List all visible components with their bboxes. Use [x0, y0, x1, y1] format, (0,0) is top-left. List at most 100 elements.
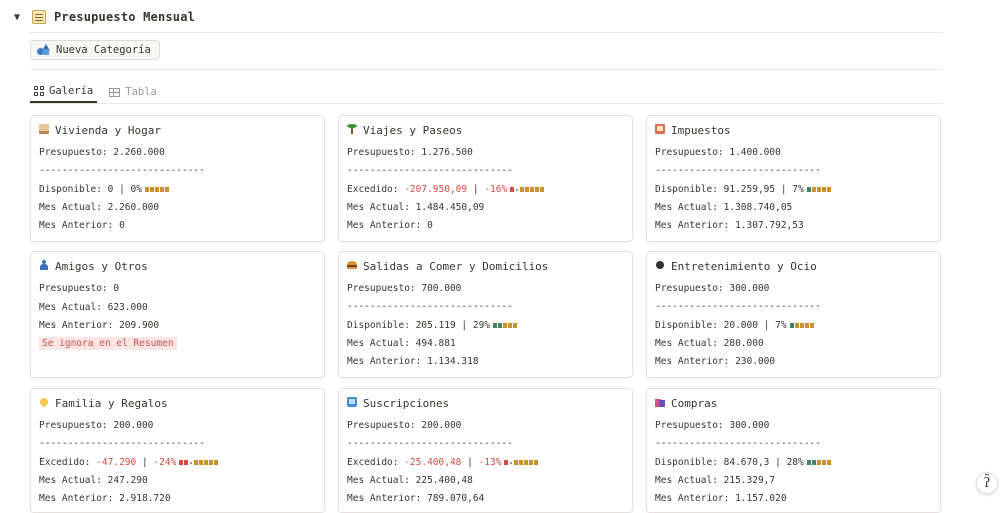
card-title: Viajes y Paseos [347, 124, 462, 137]
ledger-icon [655, 124, 665, 137]
progress-bar [145, 187, 169, 192]
table-icon [109, 87, 121, 97]
separator-line: ----------------------------- [347, 438, 513, 449]
separator-line: ----------------------------- [39, 438, 205, 449]
current-month-line: Mes Actual: 494.881 [347, 338, 456, 349]
budget-line: Presupuesto: 300.000 [655, 283, 770, 294]
status-label: Disponible: [655, 457, 724, 468]
card-title-text: Suscripciones [363, 397, 450, 410]
tab-galeria[interactable]: Galería [30, 81, 98, 103]
tab-tabla[interactable]: Tabla [105, 81, 161, 103]
status-label: Disponible: [347, 320, 416, 331]
page-title: Presupuesto Mensual [54, 10, 196, 24]
status-label: Excedido: [347, 457, 405, 468]
card-title-text: Viajes y Paseos [363, 124, 463, 137]
budget-line: Presupuesto: 1.276.500 [347, 147, 473, 158]
card-title: Suscripciones [347, 397, 449, 410]
status-line: Excedido: -207.950,09 | -16% [347, 184, 545, 195]
card-title: Vivienda y Hogar [39, 124, 161, 137]
status-amount: -47.290 [96, 457, 137, 468]
status-line: Disponible: 20.000 | 7% [655, 320, 814, 331]
card-title: Salidas a Comer y Domicilios [347, 260, 548, 273]
toggle-arrow[interactable]: ▼ [14, 12, 24, 23]
status-amount: 205.119 [415, 320, 456, 331]
status-separator: | [775, 184, 793, 195]
status-percent: -24% [153, 457, 177, 468]
separator-line: ----------------------------- [39, 165, 205, 176]
separator-line: ----------------------------- [347, 301, 513, 312]
status-percent: -16% [484, 184, 508, 195]
current-month-line: Mes Actual: 1.484.450,09 [347, 202, 485, 213]
divider [30, 32, 943, 33]
budget-card[interactable]: Familia y Regalos Presupuesto: 200.000 ---… [30, 388, 325, 513]
status-percent: 7% [792, 184, 804, 195]
divider [30, 103, 943, 104]
status-label: Excedido: [39, 457, 97, 468]
status-separator: | [455, 320, 473, 331]
card-title-text: Impuestos [671, 124, 731, 137]
progress-bar [504, 460, 539, 465]
separator-line: ----------------------------- [655, 165, 821, 176]
previous-month-line: Mes Anterior: 1.134.318 [347, 356, 479, 367]
status-line: Disponible: 84.670,3 | 28% [655, 457, 831, 468]
status-line: Disponible: 91.259,95 | 7% [655, 184, 831, 195]
house-icon [39, 124, 49, 137]
heart-icon [38, 396, 50, 410]
status-line: Disponible: 0 | 0% [39, 184, 169, 195]
status-amount: 20.000 [723, 320, 758, 331]
budget-card[interactable]: Suscripciones Presupuesto: 200.000 -------… [338, 388, 633, 513]
previous-month-line: Mes Anterior: 0 [347, 220, 433, 231]
budget-line: Presupuesto: 200.000 [39, 420, 154, 431]
card-title: Impuestos [655, 124, 731, 137]
card-title-text: Entretenimiento y Ocio [671, 260, 817, 273]
budget-line: Presupuesto: 0 [39, 283, 120, 294]
card-title-text: Salidas a Comer y Domicilios [363, 260, 549, 273]
budget-line: Presupuesto: 1.400.000 [655, 147, 781, 158]
card-title-text: Familia y Regalos [55, 397, 168, 410]
budget-card[interactable]: Amigos y Otros Presupuesto: 0 Mes Actual: … [30, 251, 325, 378]
status-separator: | [757, 320, 776, 331]
shopping-bags-icon [655, 397, 665, 410]
view-tabs: Galería Tabla [30, 81, 161, 103]
previous-month-line: Mes Anterior: 2.918.720 [39, 493, 171, 504]
status-separator: | [113, 184, 131, 195]
card-title: Amigos y Otros [39, 260, 148, 273]
tab-label: Galería [49, 85, 94, 97]
status-separator: | [467, 184, 485, 195]
budget-line: Presupuesto: 700.000 [347, 283, 462, 294]
budget-card[interactable]: Vivienda y Hogar Presupuesto: 2.260.000 --… [30, 115, 325, 242]
budget-card[interactable]: Impuestos Presupuesto: 1.400.000 ---------… [646, 115, 941, 242]
separator-line: ----------------------------- [347, 165, 513, 176]
status-amount: 91.259,95 [723, 184, 776, 195]
status-separator: | [769, 457, 787, 468]
budget-card[interactable]: Entretenimiento y Ocio Presupuesto: 300.0… [646, 251, 941, 378]
current-month-line: Mes Actual: 1.308.740,05 [655, 202, 793, 213]
palm-tree-icon [347, 124, 357, 137]
card-title: Compras [655, 397, 717, 410]
progress-bar [493, 323, 518, 328]
current-month-line: Mes Actual: 2.260.000 [39, 202, 160, 213]
previous-month-line: Mes Anterior: 789.070,64 [347, 493, 485, 504]
budget-card[interactable]: Viajes y Paseos Presupuesto: 1.276.500 ---… [338, 115, 633, 242]
budget-line: Presupuesto: 300.000 [655, 420, 770, 431]
separator-line: ----------------------------- [655, 438, 821, 449]
budget-card[interactable]: Compras Presupuesto: 300.000 -------------… [646, 388, 941, 513]
status-line: Disponible: 205.119 | 29% [347, 320, 518, 331]
card-title-text: Compras [671, 397, 718, 410]
gallery-icon [34, 86, 44, 96]
current-month-line: Mes Actual: 623.000 [39, 302, 148, 313]
bowling-icon [655, 260, 665, 273]
status-line: Excedido: -25.400,48 | -13% [347, 457, 539, 468]
new-category-button[interactable]: Nueva Categoría [30, 40, 160, 60]
status-label: Disponible: [655, 320, 724, 331]
help-button[interactable]: ʔ̃ [976, 472, 998, 494]
budget-card[interactable]: Salidas a Comer y Domicilios Presupuesto:… [338, 251, 633, 378]
status-label: Excedido: [347, 184, 405, 195]
current-month-line: Mes Actual: 215.329,7 [655, 475, 776, 486]
current-month-line: Mes Actual: 225.400,48 [347, 475, 473, 486]
new-category-label: Nueva Categoría [56, 44, 151, 56]
burger-icon [347, 260, 357, 273]
previous-month-line: Mes Anterior: 1.157.020 [655, 493, 787, 504]
status-percent: 28% [786, 457, 804, 468]
help-icon: ʔ̃ [983, 475, 991, 491]
